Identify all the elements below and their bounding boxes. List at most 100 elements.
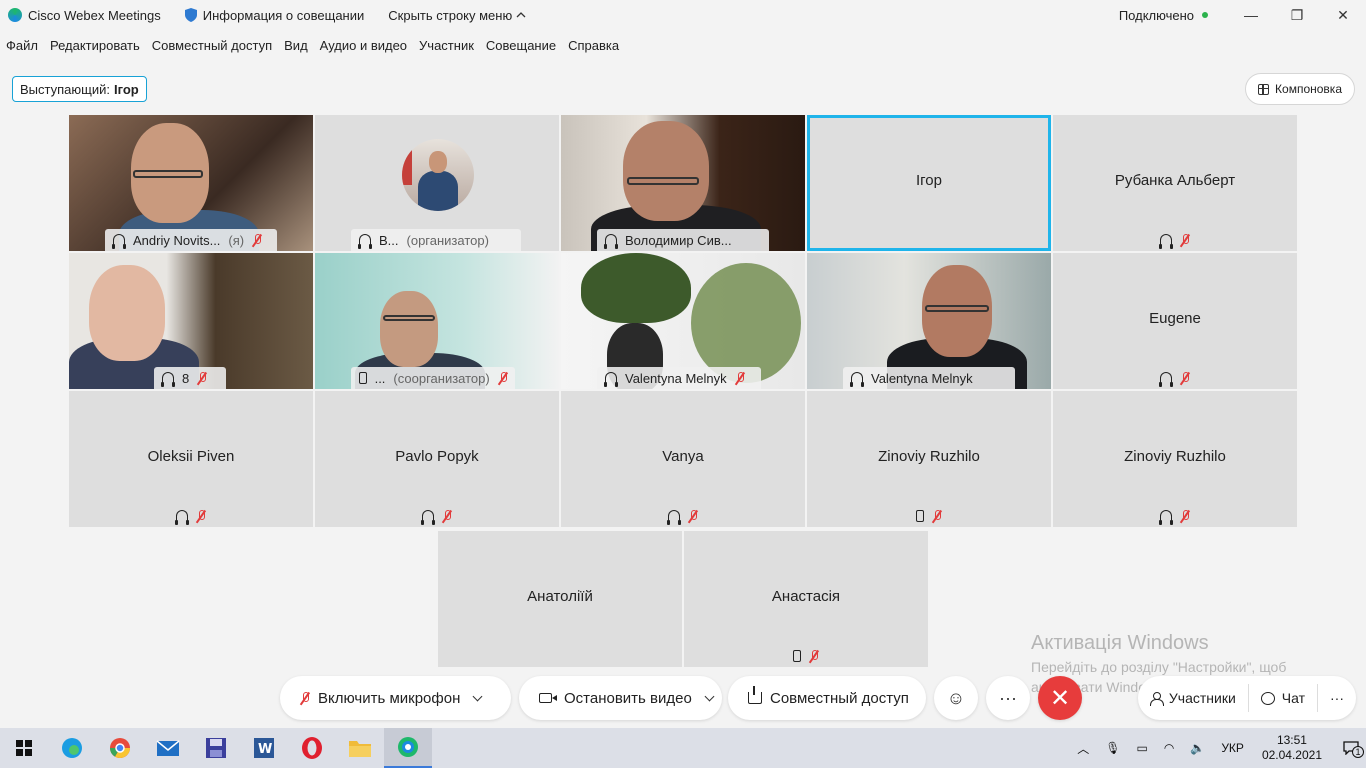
video-tile[interactable]: Valentyna Melnyk	[807, 253, 1051, 389]
camera-icon	[539, 693, 557, 703]
layout-label: Компоновка	[1275, 82, 1342, 96]
participant-tile[interactable]: В... (организатор)	[315, 115, 559, 251]
folder-icon	[349, 741, 371, 757]
participant-tile[interactable]: Zinoviy Ruzhilo	[807, 391, 1051, 527]
volume-icon[interactable]: 🔈	[1190, 741, 1205, 755]
participant-name: ...	[374, 370, 386, 386]
menu-audio-video[interactable]: Аудио и видео	[320, 38, 407, 53]
participant-name: Valentyna Melnyk	[625, 370, 727, 386]
headset-icon	[358, 234, 372, 249]
mic-muted-icon	[1180, 509, 1190, 523]
battery-icon[interactable]: ▭	[1137, 741, 1148, 755]
share-button[interactable]: Совместный доступ	[728, 676, 926, 720]
participant-name: Анатоліїй	[527, 588, 593, 605]
notification-count: 1	[1352, 746, 1364, 758]
participant-tile[interactable]: Zinoviy Ruzhilo	[1053, 391, 1297, 527]
taskbar-opera[interactable]	[288, 728, 336, 768]
menu-meeting[interactable]: Совещание	[486, 38, 556, 53]
participant-tile[interactable]: Eugene	[1053, 253, 1297, 389]
taskbar-save[interactable]	[192, 728, 240, 768]
participant-name: Valentyna Melnyk	[871, 370, 973, 386]
participant-tile[interactable]: Анатоліїй	[438, 531, 682, 667]
connection-status-label: Подключено	[1118, 7, 1194, 23]
smiley-icon: ☺	[946, 687, 966, 708]
reactions-button[interactable]: ☺	[934, 676, 978, 720]
participant-name: Pavlo Popyk	[395, 448, 479, 465]
share-icon	[748, 686, 762, 704]
menu-help[interactable]: Справка	[568, 38, 619, 53]
taskbar-mail[interactable]	[144, 728, 192, 768]
chat-button[interactable]: Чат	[1249, 676, 1317, 720]
video-button[interactable]: Остановить видео	[519, 676, 722, 720]
participant-name: Ігор	[916, 172, 942, 189]
taskbar-chrome[interactable]	[96, 728, 144, 768]
menu-edit[interactable]: Редактировать	[50, 38, 140, 53]
webex-logo-icon	[8, 8, 22, 22]
more-options-button[interactable]: ···	[986, 676, 1030, 720]
participant-role: (соорганизатор)	[393, 370, 490, 386]
video-tile[interactable]: 8	[69, 253, 313, 389]
clock[interactable]: 13:51 02.04.2021	[1262, 733, 1322, 763]
speaker-prefix: Выступающий:	[20, 81, 110, 97]
headset-icon	[850, 372, 864, 387]
menu-share[interactable]: Совместный доступ	[152, 38, 272, 53]
video-tile[interactable]: Володимир Сив...	[561, 115, 805, 251]
opera-icon	[302, 737, 322, 759]
restore-button[interactable]: ❐	[1274, 0, 1320, 30]
mic-muted-icon	[1180, 371, 1190, 385]
more-icon: ···	[999, 687, 1017, 708]
activation-watermark-title: Активація Windows	[1031, 632, 1209, 654]
headset-icon	[1159, 234, 1173, 249]
start-button[interactable]	[0, 728, 48, 768]
menu-participant[interactable]: Участник	[419, 38, 474, 53]
mic-muted-icon	[1180, 233, 1190, 247]
video-tile[interactable]: ... (соорганизатор)	[315, 253, 559, 389]
panel-more-button[interactable]: ···	[1318, 676, 1356, 720]
close-button[interactable]: ✕	[1320, 0, 1366, 30]
wifi-icon[interactable]: ◠	[1164, 741, 1174, 755]
participant-bar: 8	[154, 367, 226, 389]
minimize-button[interactable]: —	[1228, 0, 1274, 30]
video-tile[interactable]: Andriy Novits... (я)	[69, 115, 313, 251]
microphone-icon[interactable]: 🎙	[1105, 741, 1120, 755]
taskbar-webex[interactable]	[384, 728, 432, 768]
participants-button[interactable]: Участники	[1138, 676, 1248, 720]
headset-icon	[604, 372, 618, 387]
participant-tile[interactable]: Oleksii Piven	[69, 391, 313, 527]
taskbar-explorer[interactable]	[336, 728, 384, 768]
participant-role: (организатор)	[406, 232, 489, 248]
menu-file[interactable]: Файл	[6, 38, 38, 53]
participant-tile[interactable]: Pavlo Popyk	[315, 391, 559, 527]
chevron-down-icon[interactable]	[704, 691, 715, 701]
participant-name: В...	[379, 232, 399, 248]
participant-name: Andriy Novits...	[133, 232, 221, 248]
language-indicator[interactable]: УКР	[1221, 741, 1244, 755]
layout-button[interactable]: Компоновка	[1245, 73, 1355, 105]
menu-view[interactable]: Вид	[284, 38, 308, 53]
headset-icon	[161, 372, 175, 387]
participant-tile[interactable]: Vanya	[561, 391, 805, 527]
hide-menu-button[interactable]: Скрыть строку меню	[388, 8, 526, 23]
taskbar-edge[interactable]	[48, 728, 96, 768]
chevron-up-icon[interactable]: ︿	[1077, 740, 1089, 757]
mic-muted-icon	[809, 649, 819, 663]
video-tile[interactable]: Valentyna Melnyk	[561, 253, 805, 389]
grid-layout-icon	[1258, 83, 1270, 95]
participant-tile-active-speaker[interactable]: Ігор	[807, 115, 1051, 251]
meeting-info-button[interactable]: Информация о совещании	[203, 8, 365, 23]
mic-button[interactable]: Включить микрофон	[280, 676, 511, 720]
system-tray: ︿ 🎙 ▭ ◠ 🔈 УКР 13:51 02.04.2021 1	[1069, 728, 1366, 768]
title-bar: Cisco Webex Meetings Информация о совеща…	[0, 0, 1366, 30]
notifications-button[interactable]: 1	[1336, 728, 1366, 768]
participant-name: Zinoviy Ruzhilo	[1124, 448, 1226, 465]
participant-role: (я)	[228, 232, 245, 248]
chevron-up-icon	[516, 12, 526, 18]
leave-meeting-button[interactable]: ✕	[1038, 676, 1082, 720]
participant-bar: Valentyna Melnyk	[597, 367, 761, 389]
participant-tile[interactable]: Анастасія	[684, 531, 928, 667]
chevron-down-icon[interactable]	[472, 691, 483, 701]
mic-muted-icon	[252, 233, 262, 247]
taskbar-word[interactable]: W	[240, 728, 288, 768]
mic-label: Включить микрофон	[318, 689, 461, 707]
participant-tile[interactable]: Рубанка Альберт	[1053, 115, 1297, 251]
